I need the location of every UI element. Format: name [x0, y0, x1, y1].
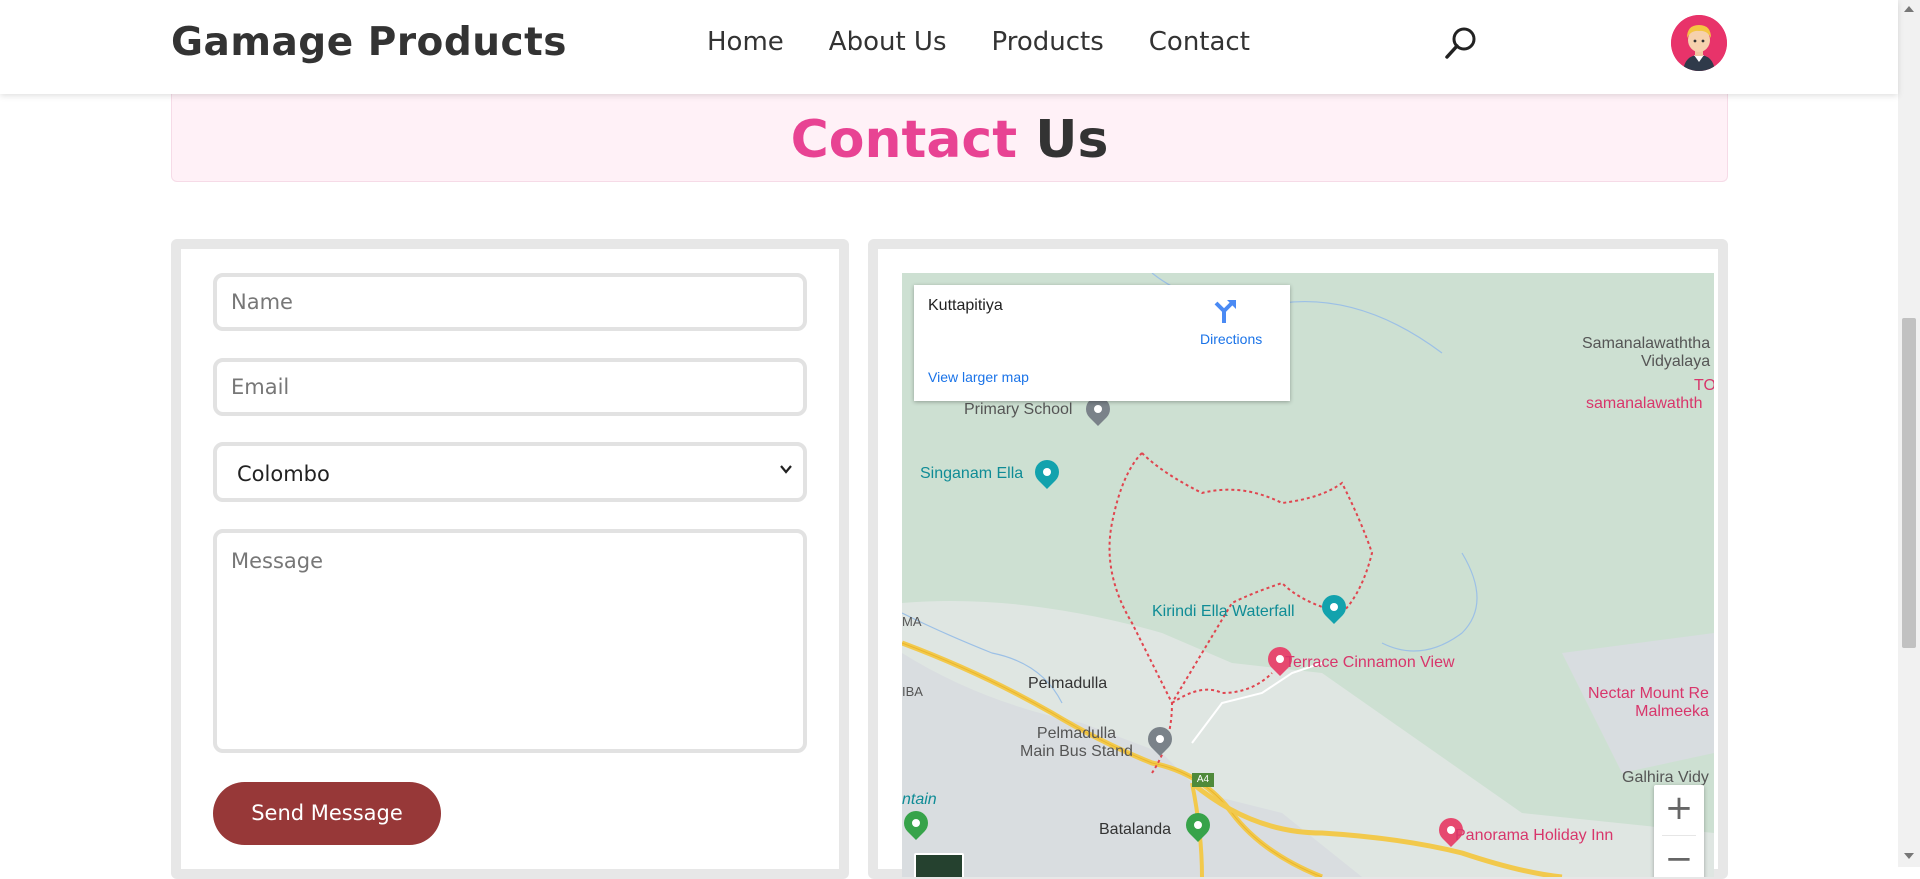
bus-stand-line-2: Main Bus Stand: [1020, 743, 1133, 760]
title-accent: Contact: [790, 110, 1018, 170]
bus-stand-line-1: Pelmadulla: [1036, 725, 1117, 742]
directions-icon[interactable]: [1210, 297, 1238, 325]
map-label-terrace-cinnamon: Terrace Cinnamon View: [1285, 654, 1455, 671]
send-message-button[interactable]: Send Message: [213, 782, 441, 845]
site-header: Gamage Products Home About Us Products C…: [0, 0, 1898, 94]
nav-about-us[interactable]: About Us: [829, 27, 947, 57]
contact-title-banner: Contact Us: [171, 94, 1728, 182]
nav-products[interactable]: Products: [992, 27, 1104, 57]
map-layer-toggle[interactable]: [914, 853, 964, 877]
road-badge-a4: A4: [1192, 773, 1214, 787]
scrollbar-thumb[interactable]: [1902, 318, 1916, 648]
nectar-line-2: Malmeeka: [1635, 703, 1709, 720]
page-scrollbar[interactable]: [1898, 0, 1920, 867]
map-label-batalanda: Batalanda: [1099, 821, 1172, 838]
map-location-name: Kuttapitiya: [928, 297, 1003, 314]
samanala-line-1: Samanalawaththa: [1582, 335, 1711, 352]
map-card: Primary School Singanam Ella Kirindi Ell…: [868, 239, 1728, 879]
view-larger-map-link[interactable]: View larger map: [928, 369, 1029, 385]
map-info-box: Kuttapitiya Directions View larger map: [914, 285, 1290, 401]
embedded-map[interactable]: Primary School Singanam Ella Kirindi Ell…: [902, 273, 1714, 877]
nectar-line-1: Nectar Mount Re: [1588, 685, 1709, 702]
map-label-singanam-ella: Singanam Ella: [920, 465, 1024, 482]
zoom-in-button[interactable]: +: [1654, 785, 1704, 835]
search-icon[interactable]: [1444, 26, 1478, 60]
map-label-samanalawaththa: Samanalawaththa Vidyalaya: [1582, 335, 1710, 371]
nav-contact[interactable]: Contact: [1149, 27, 1250, 57]
map-label-to: TO: [1694, 377, 1714, 394]
samanala-line-2: Vidyalaya: [1641, 353, 1711, 370]
message-field[interactable]: Message: [213, 529, 807, 753]
zoom-out-button[interactable]: −: [1654, 836, 1704, 877]
main-nav: Home About Us Products Contact: [707, 27, 1295, 57]
map-label-ma: MA: [902, 614, 922, 629]
map-label-panorama: Panorama Holiday Inn: [1455, 827, 1614, 844]
map-label-iba: IBA: [902, 684, 923, 699]
scroll-up-arrow-icon[interactable]: [1904, 6, 1914, 12]
map-label-samanalawathth: samanalawathth: [1586, 395, 1703, 412]
nav-home[interactable]: Home: [707, 27, 784, 57]
brand-logo[interactable]: Gamage Products: [171, 20, 567, 65]
map-zoom-controls: + −: [1654, 785, 1704, 877]
page-title: Contact Us: [172, 110, 1727, 170]
map-label-primary-school: Primary School: [964, 401, 1073, 418]
map-label-pelmadulla: Pelmadulla: [1028, 675, 1108, 692]
map-label-nectar-mount: Nectar Mount Re Malmeeka: [1588, 685, 1709, 721]
chevron-down-icon: [779, 460, 793, 481]
user-avatar-icon[interactable]: [1671, 15, 1727, 71]
map-label-ntain: ntain: [902, 791, 937, 808]
title-rest: Us: [1035, 110, 1109, 170]
map-label-kirindi-ella: Kirindi Ella Waterfall: [1152, 603, 1295, 620]
contact-form-card: Name Email Colombo Message Send Message: [171, 239, 849, 879]
city-select[interactable]: Colombo: [213, 442, 807, 502]
map-label-bus-stand: Pelmadulla Main Bus Stand: [1020, 725, 1133, 761]
scroll-down-arrow-icon[interactable]: [1904, 853, 1914, 859]
city-select-value: Colombo: [237, 462, 330, 486]
directions-link[interactable]: Directions: [1200, 331, 1262, 347]
name-field[interactable]: Name: [213, 273, 807, 331]
email-field[interactable]: Email: [213, 358, 807, 416]
